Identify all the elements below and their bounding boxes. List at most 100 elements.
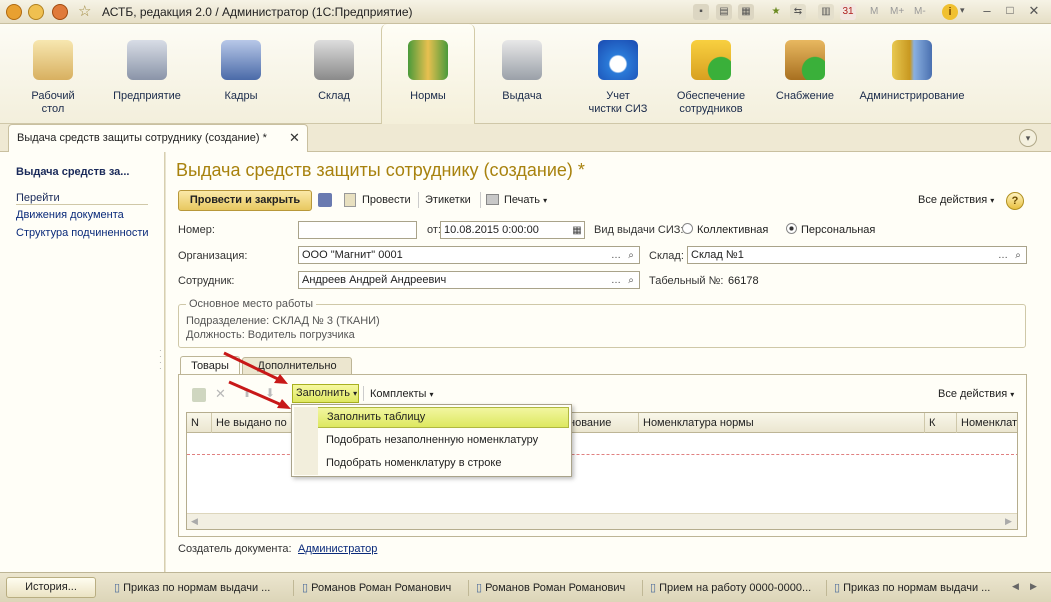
link-icon[interactable]: ⇆ (790, 4, 806, 20)
table-all-actions-button[interactable]: Все действия ▾ (938, 388, 1014, 400)
section-enterprise[interactable]: Предприятие (105, 24, 189, 124)
help-icon[interactable]: ? (1006, 192, 1024, 210)
save-icon[interactable] (318, 193, 332, 207)
search-icon[interactable]: ⌕ (1011, 248, 1025, 264)
column-header-norm-nomenclature[interactable]: Номенклатура нормы (639, 413, 925, 433)
radio-collective-label[interactable]: Коллективная (697, 224, 768, 236)
radio-personal[interactable] (786, 223, 797, 234)
nav-goto-heading: Перейти (16, 192, 60, 204)
menu-item-fill-table[interactable]: Заполнить таблицу (294, 407, 569, 428)
tab-separator (826, 580, 827, 596)
open-windows-bar: История... ▯ Приказ по нормам выдачи ...… (0, 572, 1051, 602)
column-header-basis[interactable]: нование (565, 413, 639, 433)
search-icon[interactable]: ⌕ (624, 273, 638, 289)
document-form: Выдача средств защиты сотруднику (создан… (166, 152, 1051, 572)
open-window-tab[interactable]: ▯ Прием на работу 0000-0000... (646, 578, 824, 598)
nav-link-subordination-structure[interactable]: Структура подчиненности (16, 227, 149, 239)
print-icon[interactable]: ▤ (716, 4, 732, 20)
author-link[interactable]: Администратор (298, 543, 377, 555)
document-tabs: Выдача средств защиты сотруднику (создан… (0, 124, 1051, 152)
scroll-right-icon[interactable]: ▶ (1005, 516, 1012, 527)
radio-personal-label[interactable]: Персональная (801, 224, 875, 236)
close-window-icon[interactable]: ✕ (1022, 3, 1046, 20)
info-dropdown-icon[interactable]: ▾ (960, 5, 965, 16)
add-favorite-icon[interactable]: ★ (768, 4, 784, 20)
memory-minus-icon[interactable]: M- (914, 6, 926, 17)
kits-button[interactable]: Комплекты ▾ (370, 388, 434, 400)
minimize-icon[interactable]: – (976, 3, 998, 20)
labels-button[interactable]: Этикетки (425, 194, 471, 206)
section-staff[interactable]: Кадры (201, 24, 281, 124)
date-input[interactable]: 10.08.2015 0:00:00 ▦ (440, 221, 585, 239)
splitter-grip[interactable]: · · · · (159, 347, 162, 373)
table-all-actions-label: Все действия (938, 388, 1008, 400)
print-button[interactable]: Печать ▾ (504, 194, 547, 206)
menu-item-pick-in-row[interactable]: Подобрать номенклатуру в строке (294, 453, 569, 474)
organization-input[interactable]: ООО "Магнит" 0001 … ⌕ (298, 246, 640, 264)
save-icon[interactable]: ▪ (693, 4, 709, 20)
memory-m-icon[interactable]: M (870, 6, 878, 17)
warehouse-input[interactable]: Склад №1 … ⌕ (687, 246, 1027, 264)
close-tab-icon[interactable]: ✕ (289, 130, 300, 146)
add-row-icon[interactable] (192, 388, 206, 402)
section-desktop[interactable]: Рабочий стол (15, 24, 91, 124)
column-header-k[interactable]: К (925, 413, 957, 433)
search-icon[interactable]: ⌕ (624, 248, 638, 264)
preview-icon[interactable]: ▦ (738, 4, 754, 20)
binders-icon (408, 40, 448, 80)
section-norms[interactable]: Нормы (381, 24, 475, 124)
horizontal-scrollbar[interactable]: ◀ ▶ (187, 513, 1017, 529)
section-procurement[interactable]: Снабжение (766, 24, 844, 124)
all-actions-label: Все действия (918, 194, 988, 206)
ellipsis-icon[interactable]: … (609, 248, 623, 264)
section-procurement-label: Снабжение (775, 90, 835, 102)
memory-plus-icon[interactable]: M+ (890, 6, 904, 17)
maximize-icon[interactable]: □ (999, 3, 1021, 20)
open-window-tab[interactable]: ▯ Приказ по нормам выдачи ... (830, 578, 1002, 598)
open-window-tab[interactable]: ▯ Романов Роман Романович (472, 578, 642, 598)
history-button[interactable]: История... (6, 577, 96, 598)
scroll-left-icon[interactable]: ◀ (191, 516, 198, 527)
nav-link-document-movements[interactable]: Движения документа (16, 209, 124, 221)
section-issue[interactable]: Выдача (483, 24, 561, 124)
open-window-tab[interactable]: ▯ Романов Роман Романович (298, 578, 466, 598)
section-warehouse[interactable]: Склад (294, 24, 374, 124)
section-administration[interactable]: Администрирование (855, 24, 969, 124)
app-logo-icon[interactable] (6, 4, 22, 20)
column-header-n[interactable]: N (187, 413, 212, 433)
main-menu-icon[interactable] (28, 4, 44, 20)
worker-icon (502, 40, 542, 80)
ellipsis-icon[interactable]: … (609, 273, 623, 289)
department-text: Подразделение: СКЛАД № 3 (ТКАНИ) (186, 315, 380, 327)
section-supply-staff[interactable]: Обеспечение сотрудников (668, 24, 754, 124)
fill-button[interactable]: Заполнить ▾ (292, 384, 359, 403)
ellipsis-icon[interactable]: … (996, 248, 1010, 264)
post-button[interactable]: Провести (362, 194, 411, 206)
tab-document[interactable]: Выдача средств защиты сотруднику (создан… (8, 124, 308, 152)
favorites-star-icon[interactable]: ☆ (78, 2, 91, 20)
open-window-tab[interactable]: ▯ Приказ по нормам выдачи ... (110, 578, 288, 598)
navigation-icon[interactable] (52, 4, 68, 20)
section-ppe-cleaning[interactable]: Учет чистки СИЗ (570, 24, 666, 124)
print-dropdown-icon: ▾ (543, 196, 548, 205)
menu-item-pick-unfilled[interactable]: Подобрать незаполненную номенклатуру (294, 430, 569, 451)
nav-current-form[interactable]: Выдача средств за... (16, 166, 129, 178)
employee-input[interactable]: Андреев Андрей Андреевич … ⌕ (298, 271, 640, 289)
calculator-icon[interactable]: ▥ (818, 4, 834, 20)
section-issue-label: Выдача (502, 90, 542, 102)
taskbar-scroll-right-icon[interactable]: ▶ (1030, 581, 1037, 592)
calendar-icon[interactable]: ▦ (570, 223, 584, 239)
section-desktop-label-2: стол (41, 103, 65, 115)
employee-label: Сотрудник: (178, 275, 235, 287)
calendar-icon[interactable]: 31 (840, 4, 856, 20)
tabs-menu-icon[interactable]: ▾ (1019, 129, 1037, 147)
open-window-label: Романов Роман Романович (311, 582, 452, 594)
all-actions-button[interactable]: Все действия ▾ (918, 194, 994, 206)
number-input[interactable] (298, 221, 417, 239)
radio-collective[interactable] (682, 223, 693, 234)
taskbar-scroll-left-icon[interactable]: ◀ (1012, 581, 1019, 592)
post-and-close-button[interactable]: Провести и закрыть (178, 190, 312, 211)
info-icon[interactable]: i (942, 4, 958, 20)
column-header-nomenclature[interactable]: Номенклатура (957, 413, 1017, 433)
table-all-actions-dropdown-icon: ▾ (1010, 390, 1015, 399)
